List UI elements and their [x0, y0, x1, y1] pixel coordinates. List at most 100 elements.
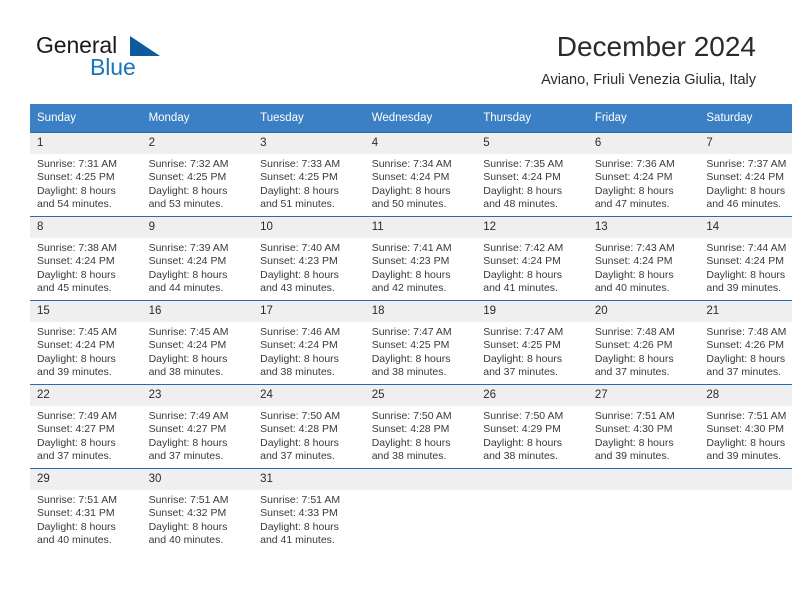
sunset-time: Sunset: 4:32 PM [148, 507, 227, 520]
sunrise-time: Sunrise: 7:51 AM [37, 494, 117, 506]
sunrise-time: Sunrise: 7:36 AM [594, 158, 675, 170]
daylight-duration-line2: and 42 minutes. [371, 282, 447, 295]
day-number: 29 [30, 469, 142, 490]
sunset-time: Sunset: 4:24 PM [371, 171, 450, 184]
day-cell-content: 19 Sunrise: 7:47 AM Sunset: 4:25 PM Dayligh… [476, 301, 588, 384]
daylight-duration-line1: Daylight: 8 hours [483, 436, 563, 449]
sunset-time: Sunset: 4:31 PM [37, 507, 115, 520]
day-number: 13 [587, 217, 700, 238]
calendar-day-cell[interactable]: 21 Sunrise: 7:48 AM Sunset: 4:26 PM Dayligh… [699, 300, 792, 385]
calendar-day-cell[interactable]: 14 Sunrise: 7:44 AM Sunset: 4:24 PM Dayligh… [699, 216, 792, 301]
sunset-time: Sunset: 4:27 PM [37, 423, 115, 436]
daylight-duration-line2: and 48 minutes. [483, 198, 558, 211]
calendar-day-cell[interactable]: 27 Sunrise: 7:51 AM Sunset: 4:30 PM Dayligh… [587, 384, 700, 469]
daylight-duration-line2: and 40 minutes. [37, 534, 112, 547]
day-cell-content: 2 Sunrise: 7:32 AM Sunset: 4:25 PM Daylight… [141, 133, 254, 216]
calendar-day-cell[interactable]: 24 Sunrise: 7:50 AM Sunset: 4:28 PM Dayligh… [253, 384, 365, 469]
sunrise-time: Sunrise: 7:35 AM [483, 158, 564, 170]
day-cell-content: 8 Sunrise: 7:38 AM Sunset: 4:24 PM Daylight… [30, 217, 142, 300]
day-cell-content [476, 469, 588, 552]
daylight-duration-line2: and 37 minutes. [594, 366, 670, 379]
calendar-day-cell[interactable]: 26 Sunrise: 7:50 AM Sunset: 4:29 PM Dayligh… [476, 384, 588, 469]
day-sun-info: Sunrise: 7:51 AM Sunset: 4:30 PM Daylight:… [588, 406, 700, 464]
calendar-day-cell[interactable]: 16 Sunrise: 7:45 AM Sunset: 4:24 PM Dayligh… [141, 300, 254, 385]
day-number: 3 [253, 133, 365, 154]
day-cell-content: 23 Sunrise: 7:49 AM Sunset: 4:27 PM Dayligh… [141, 385, 254, 468]
calendar-day-cell[interactable]: 15 Sunrise: 7:45 AM Sunset: 4:24 PM Dayligh… [30, 300, 142, 385]
day-cell-content: 31 Sunrise: 7:51 AM Sunset: 4:33 PM Dayligh… [253, 469, 365, 552]
calendar-day-cell[interactable]: 22 Sunrise: 7:49 AM Sunset: 4:27 PM Dayligh… [30, 384, 142, 469]
day-number: 16 [141, 301, 254, 322]
day-number: 1 [30, 133, 142, 154]
daylight-duration-line2: and 47 minutes. [594, 198, 670, 211]
day-cell-content: 16 Sunrise: 7:45 AM Sunset: 4:24 PM Dayligh… [141, 301, 254, 384]
sunset-time: Sunset: 4:24 PM [148, 255, 227, 268]
daylight-duration-line1: Daylight: 8 hours [706, 268, 786, 281]
calendar-day-cell[interactable]: 6 Sunrise: 7:36 AM Sunset: 4:24 PM Daylight… [587, 132, 700, 217]
day-cell-content: 4 Sunrise: 7:34 AM Sunset: 4:24 PM Daylight… [364, 133, 477, 216]
calendar-day-cell[interactable]: 8 Sunrise: 7:38 AM Sunset: 4:24 PM Daylight… [30, 216, 142, 301]
day-number: 30 [141, 469, 254, 490]
calendar-day-cell[interactable]: 1 Sunrise: 7:31 AM Sunset: 4:25 PM Daylight… [30, 132, 142, 217]
calendar-day-cell[interactable]: 30 Sunrise: 7:51 AM Sunset: 4:32 PM Dayligh… [141, 468, 254, 552]
calendar-day-cell[interactable]: 13 Sunrise: 7:43 AM Sunset: 4:24 PM Dayligh… [587, 216, 700, 301]
day-sun-info: Sunrise: 7:50 AM Sunset: 4:28 PM Daylight:… [365, 406, 477, 464]
daylight-duration-line1: Daylight: 8 hours [37, 520, 116, 533]
day-cell-content: 12 Sunrise: 7:42 AM Sunset: 4:24 PM Dayligh… [476, 217, 588, 300]
daylight-duration-line1: Daylight: 8 hours [706, 352, 786, 365]
calendar-day-cell[interactable]: 20 Sunrise: 7:48 AM Sunset: 4:26 PM Dayligh… [587, 300, 700, 385]
day-sun-info: Sunrise: 7:39 AM Sunset: 4:24 PM Daylight:… [142, 238, 254, 296]
calendar-day-cell[interactable]: 10 Sunrise: 7:40 AM Sunset: 4:23 PM Dayligh… [253, 216, 365, 301]
day-number: 23 [141, 385, 254, 406]
sunset-time: Sunset: 4:25 PM [483, 339, 561, 352]
calendar-day-cell[interactable]: 5 Sunrise: 7:35 AM Sunset: 4:24 PM Daylight… [476, 132, 588, 217]
day-sun-info: Sunrise: 7:31 AM Sunset: 4:25 PM Daylight:… [30, 154, 142, 212]
calendar-day-cell[interactable]: 31 Sunrise: 7:51 AM Sunset: 4:33 PM Dayligh… [253, 468, 365, 552]
calendar-day-cell[interactable]: 17 Sunrise: 7:46 AM Sunset: 4:24 PM Dayligh… [253, 300, 365, 385]
calendar-day-cell[interactable]: 7 Sunrise: 7:37 AM Sunset: 4:24 PM Daylight… [699, 132, 792, 217]
daylight-duration-line1: Daylight: 8 hours [483, 184, 563, 197]
calendar-day-cell[interactable]: 3 Sunrise: 7:33 AM Sunset: 4:25 PM Daylight… [253, 132, 365, 217]
calendar-day-cell[interactable]: 29 Sunrise: 7:51 AM Sunset: 4:31 PM Dayligh… [30, 468, 142, 552]
sunrise-time: Sunrise: 7:42 AM [483, 242, 564, 254]
sunrise-time: Sunrise: 7:45 AM [37, 326, 117, 338]
calendar-day-cell[interactable]: 12 Sunrise: 7:42 AM Sunset: 4:24 PM Dayligh… [476, 216, 588, 301]
daylight-duration-line2: and 38 minutes. [371, 366, 447, 379]
daylight-duration-line1: Daylight: 8 hours [148, 520, 228, 533]
calendar-day-cell[interactable]: 11 Sunrise: 7:41 AM Sunset: 4:23 PM Dayligh… [364, 216, 477, 301]
daylight-duration-line1: Daylight: 8 hours [371, 352, 451, 365]
calendar-day-cell[interactable]: 23 Sunrise: 7:49 AM Sunset: 4:27 PM Dayligh… [141, 384, 254, 469]
daylight-duration-line2: and 43 minutes. [260, 282, 335, 295]
day-sun-info: Sunrise: 7:51 AM Sunset: 4:33 PM Daylight:… [253, 490, 365, 548]
brand-name-blue: Blue [90, 54, 136, 80]
calendar-day-cell[interactable]: 28 Sunrise: 7:51 AM Sunset: 4:30 PM Dayligh… [699, 384, 792, 469]
calendar-week-row: 22 Sunrise: 7:49 AM Sunset: 4:27 PM Dayligh… [30, 384, 792, 469]
calendar-day-cell[interactable]: 19 Sunrise: 7:47 AM Sunset: 4:25 PM Dayligh… [476, 300, 588, 385]
daylight-duration-line1: Daylight: 8 hours [371, 436, 451, 449]
sunrise-time: Sunrise: 7:49 AM [148, 410, 229, 422]
daylight-duration-line1: Daylight: 8 hours [37, 436, 116, 449]
day-sun-info: Sunrise: 7:46 AM Sunset: 4:24 PM Daylight:… [253, 322, 365, 380]
general-blue-logo[interactable]: General Blue [36, 33, 246, 89]
daylight-duration-line2: and 54 minutes. [37, 198, 112, 211]
day-cell-content: 14 Sunrise: 7:44 AM Sunset: 4:24 PM Dayligh… [699, 217, 792, 300]
calendar-day-cell[interactable]: 2 Sunrise: 7:32 AM Sunset: 4:25 PM Daylight… [141, 132, 254, 217]
calendar-day-cell[interactable]: 18 Sunrise: 7:47 AM Sunset: 4:25 PM Dayligh… [364, 300, 477, 385]
sunset-time: Sunset: 4:28 PM [371, 423, 450, 436]
daylight-duration-line2: and 41 minutes. [483, 282, 558, 295]
daylight-duration-line1: Daylight: 8 hours [148, 184, 228, 197]
day-cell-content: 20 Sunrise: 7:48 AM Sunset: 4:26 PM Dayligh… [587, 301, 700, 384]
day-sun-info: Sunrise: 7:51 AM Sunset: 4:31 PM Daylight:… [30, 490, 142, 548]
calendar-day-cell[interactable]: 4 Sunrise: 7:34 AM Sunset: 4:24 PM Daylight… [364, 132, 477, 217]
day-cell-content: 21 Sunrise: 7:48 AM Sunset: 4:26 PM Dayligh… [699, 301, 792, 384]
day-cell-content: 1 Sunrise: 7:31 AM Sunset: 4:25 PM Daylight… [30, 133, 142, 216]
day-sun-info: Sunrise: 7:45 AM Sunset: 4:24 PM Daylight:… [30, 322, 142, 380]
daylight-duration-line2: and 50 minutes. [371, 198, 447, 211]
calendar-day-cell[interactable]: 25 Sunrise: 7:50 AM Sunset: 4:28 PM Dayligh… [364, 384, 477, 469]
sunset-time: Sunset: 4:25 PM [260, 171, 338, 184]
daylight-duration-line2: and 37 minutes. [37, 450, 112, 463]
daylight-duration-line1: Daylight: 8 hours [37, 352, 116, 365]
calendar-day-cell[interactable]: 9 Sunrise: 7:39 AM Sunset: 4:24 PM Daylight… [141, 216, 254, 301]
sunset-time: Sunset: 4:24 PM [594, 255, 673, 268]
sunset-time: Sunset: 4:26 PM [706, 339, 785, 352]
